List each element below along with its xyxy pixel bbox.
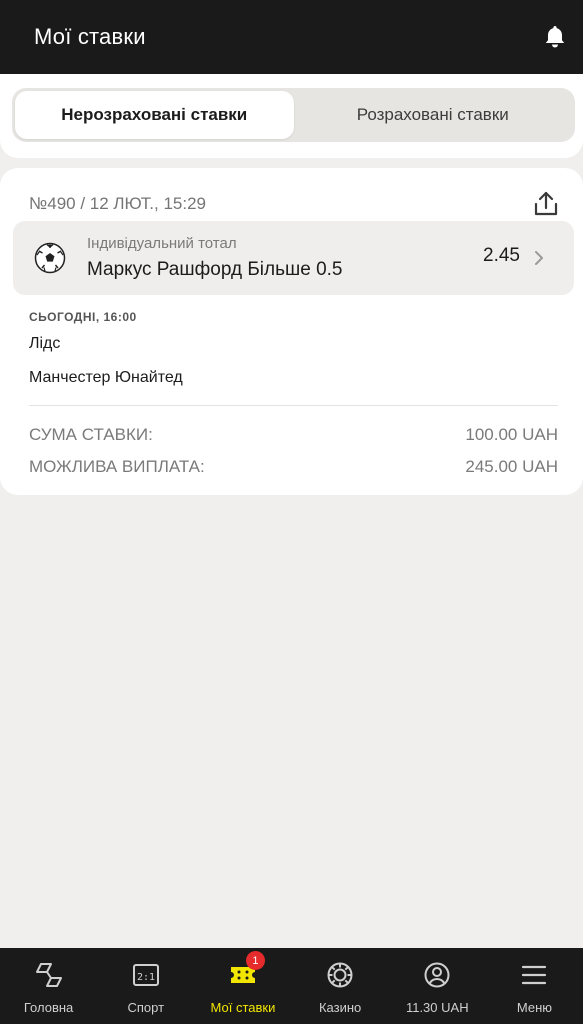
my-bets-badge: 1 [245, 951, 265, 970]
tab-unsettled-bets[interactable]: Нерозраховані ставки [15, 91, 294, 139]
nav-label-home: Головна [23, 1000, 74, 1015]
payout-row: МОЖЛИВА ВИПЛАТА: 245.00 UAH [29, 457, 558, 477]
nav-my-bets[interactable]: 1 Мої ставки [194, 948, 291, 1024]
home-icon [34, 960, 64, 990]
bet-selection[interactable]: Індивідуальний тотал Маркус Рашфорд Біль… [13, 221, 574, 295]
bottom-navigation: Головна 2:1 Спорт 1 Мої ставки Казино 11… [0, 948, 583, 1024]
bell-icon[interactable] [541, 23, 569, 51]
selection-odds: 2.45 [483, 245, 520, 266]
user-icon [422, 960, 452, 990]
nav-label-menu: Меню [516, 1000, 553, 1015]
bet-card-header: №490 / 12 ЛЮТ., 15:29 [29, 186, 561, 222]
nav-label-balance: 11.30 UAH [405, 1000, 469, 1015]
nav-casino[interactable]: Казино [292, 948, 389, 1024]
page-title: Мої ставки [34, 24, 146, 49]
nav-menu[interactable]: Меню [486, 948, 583, 1024]
nav-label-my-bets: Мої ставки [210, 1000, 276, 1015]
bet-id-date: №490 / 12 ЛЮТ., 15:29 [29, 194, 206, 213]
team-away: Манчестер Юнайтед [29, 369, 183, 386]
selection-pick: Маркус Рашфорд Більше 0.5 [87, 259, 343, 280]
nav-sport[interactable]: 2:1 Спорт [97, 948, 194, 1024]
team-home: Лідс [29, 335, 61, 352]
nav-label-sport: Спорт [127, 1000, 165, 1015]
share-icon[interactable] [531, 189, 561, 219]
soccer-ball-icon [34, 242, 66, 274]
stake-label: СУМА СТАВКИ: [29, 425, 153, 444]
payout-value: 245.00 UAH [465, 457, 558, 476]
divider [29, 405, 558, 406]
svg-text:2:1: 2:1 [137, 972, 155, 983]
chevron-right-icon [532, 248, 546, 268]
scoreboard-icon: 2:1 [131, 960, 161, 990]
nav-account-balance[interactable]: 11.30 UAH [389, 948, 486, 1024]
nav-home[interactable]: Головна [0, 948, 97, 1024]
stake-row: СУМА СТАВКИ: 100.00 UAH [29, 425, 558, 445]
stake-value: 100.00 UAH [465, 425, 558, 444]
tabs-panel: Нерозраховані ставки Розраховані ставки [0, 74, 583, 158]
bet-tabs: Нерозраховані ставки Розраховані ставки [12, 88, 575, 142]
menu-icon [519, 960, 549, 990]
tab-settled-bets[interactable]: Розраховані ставки [294, 91, 573, 139]
market-name: Індивідуальний тотал [87, 235, 237, 252]
match-time: СЬОГОДНІ, 16:00 [29, 310, 137, 324]
payout-label: МОЖЛИВА ВИПЛАТА: [29, 457, 205, 476]
casino-chip-icon [325, 960, 355, 990]
bet-card: №490 / 12 ЛЮТ., 15:29 Індивідуальний тот… [0, 168, 583, 495]
nav-label-casino: Казино [318, 1000, 362, 1015]
app-header: Мої ставки [0, 0, 583, 74]
